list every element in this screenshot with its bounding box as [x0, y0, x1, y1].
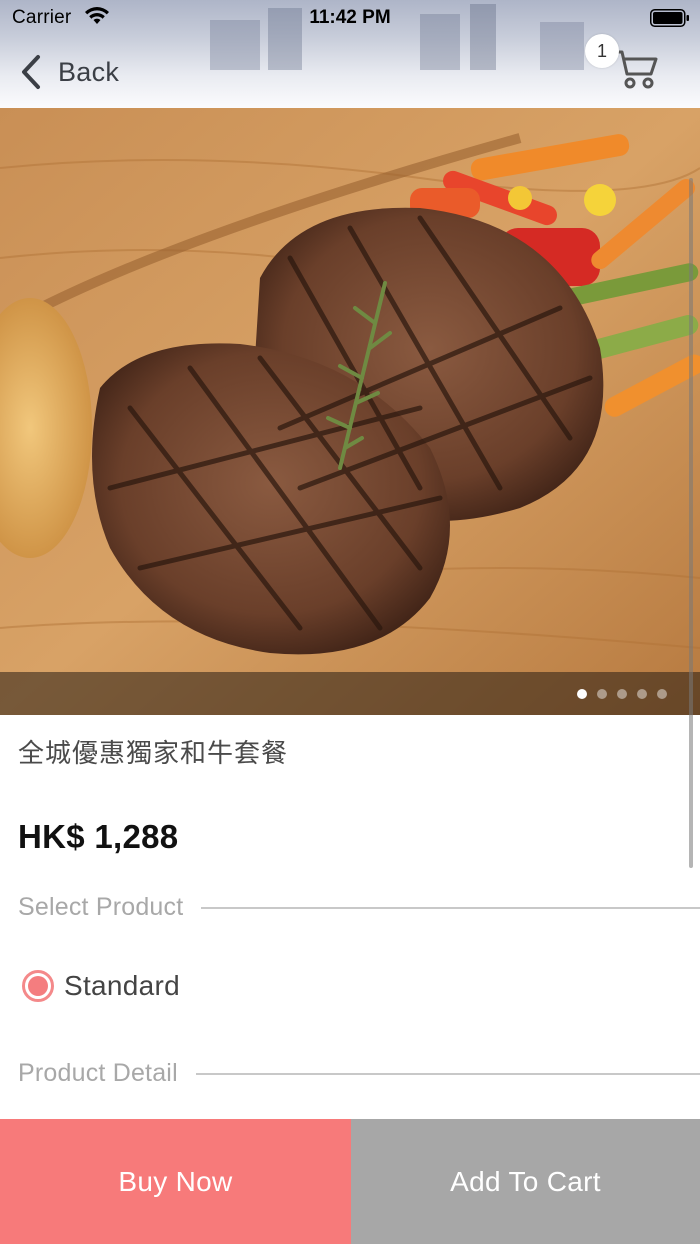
- carousel-dot[interactable]: [637, 689, 647, 699]
- carousel-dot[interactable]: [577, 689, 587, 699]
- battery-icon: [650, 9, 689, 27]
- carousel-dots: [577, 689, 667, 699]
- product-detail-section-header: Product Detail: [18, 1059, 700, 1088]
- section-divider: [201, 906, 700, 909]
- buy-now-button[interactable]: Buy Now: [0, 1119, 351, 1244]
- radio-selected-icon: [22, 970, 54, 1002]
- status-bar: Carrier 11:42 PM: [0, 0, 700, 36]
- section-divider: [195, 1072, 700, 1075]
- select-product-section-header: Select Product: [18, 893, 700, 922]
- select-product-label: Select Product: [18, 893, 184, 921]
- back-label: Back: [58, 56, 120, 87]
- carousel-dot[interactable]: [657, 689, 667, 699]
- shopping-cart-icon: [613, 50, 658, 89]
- carousel-dot[interactable]: [617, 689, 627, 699]
- bottom-action-bar: Buy Now Add To Cart: [0, 1119, 700, 1244]
- status-time: 11:42 PM: [309, 7, 391, 28]
- add-to-cart-button[interactable]: Add To Cart: [351, 1119, 700, 1244]
- product-detail-label: Product Detail: [18, 1059, 178, 1087]
- cart-button[interactable]: 1: [585, 34, 665, 94]
- product-photo-steak: [0, 108, 700, 715]
- back-button[interactable]: Back: [18, 52, 119, 92]
- navigation-header: Carrier 11:42 PM Back 1: [0, 0, 700, 108]
- product-image-carousel[interactable]: [0, 108, 700, 715]
- cart-count-badge: 1: [585, 34, 619, 68]
- product-title: 全城優惠獨家和牛套餐: [18, 739, 289, 769]
- chevron-left-icon: [22, 55, 40, 89]
- vertical-scrollbar[interactable]: [689, 178, 693, 868]
- carousel-pager: [0, 672, 700, 715]
- product-price: HK$ 1,288: [18, 818, 179, 855]
- option-label: Standard: [64, 970, 181, 1001]
- carousel-dot[interactable]: [597, 689, 607, 699]
- option-standard-radio[interactable]: Standard: [22, 970, 180, 1002]
